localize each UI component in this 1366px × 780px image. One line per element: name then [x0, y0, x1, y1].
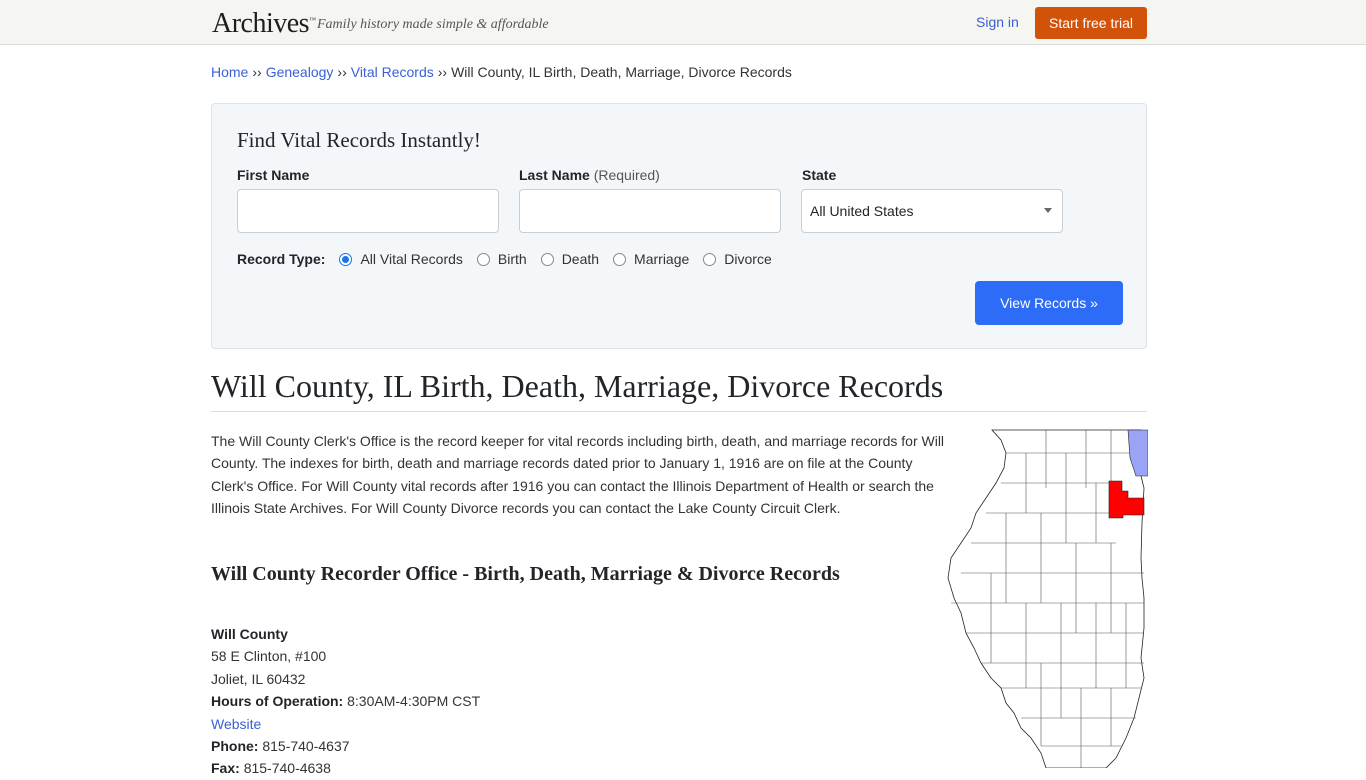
search-form: Find Vital Records Instantly! First Name…	[211, 103, 1147, 349]
fax-label: Fax:	[211, 760, 240, 777]
breadcrumb-current: Will County, IL Birth, Death, Marriage, …	[451, 64, 792, 80]
search-title: Find Vital Records Instantly!	[237, 128, 481, 152]
breadcrumb-separator: ››	[337, 64, 347, 80]
state-label: State	[802, 167, 837, 183]
intro-paragraph: The Will County Clerk's Office is the re…	[211, 433, 945, 517]
title-divider	[211, 411, 1147, 412]
breadcrumb-home[interactable]: Home	[211, 64, 248, 80]
office-phone: Phone: 815-740-4637	[211, 735, 480, 757]
hours-value: 8:30AM-4:30PM CST	[347, 693, 481, 710]
chevron-down-icon	[1044, 208, 1052, 213]
phone-value: 815-740-4637	[262, 738, 350, 755]
logo-text: Archives	[212, 8, 310, 39]
hours-label: Hours of Operation:	[211, 693, 344, 710]
office-details: Will County 58 E Clinton, #100 Joliet, I…	[211, 623, 480, 780]
site-header: Archives™ Family history made simple & a…	[0, 0, 1366, 45]
breadcrumb: Home ›› Genealogy ›› Vital Records ›› Will Cou…	[211, 64, 792, 80]
radio-label: Marriage	[634, 251, 690, 267]
office-fax: Fax: 815-740-4638	[211, 757, 480, 779]
office-address-line2: Joliet, IL 60432	[211, 670, 306, 687]
last-name-label-text: Last Name	[519, 167, 590, 183]
fax-value: 815-740-4638	[243, 760, 331, 777]
office-name: Will County	[211, 626, 288, 642]
archives-logo[interactable]: Archives™	[212, 8, 316, 40]
record-type-label: Record Type:	[237, 251, 326, 267]
radio-label: All Vital Records	[360, 251, 463, 267]
breadcrumb-separator: ››	[437, 64, 448, 80]
state-select[interactable]: All United States	[801, 189, 1063, 233]
required-note: (Required)	[593, 167, 660, 183]
radio-label: Divorce	[724, 251, 772, 267]
radio-button[interactable]	[339, 252, 353, 266]
website-link[interactable]: Website	[211, 716, 261, 732]
last-name-input[interactable]	[519, 189, 781, 233]
view-records-button[interactable]: View Records »	[975, 281, 1123, 325]
last-name-label: Last Name (Required)	[519, 167, 660, 183]
record-type-group: Record Type: All Vital Records Birth Dea…	[237, 251, 786, 267]
radio-button[interactable]	[540, 252, 554, 266]
page-title: Will County, IL Birth, Death, Marriage, …	[211, 368, 944, 404]
state-select-value: All United States	[810, 203, 914, 219]
office-hours: Hours of Operation: 8:30AM-4:30PM CST	[211, 690, 480, 712]
recorder-office-heading: Will County Recorder Office - Birth, Dea…	[211, 563, 840, 585]
first-name-input[interactable]	[237, 189, 499, 233]
trademark: ™	[309, 16, 316, 24]
breadcrumb-separator: ››	[252, 64, 262, 80]
radio-all-vital-records[interactable]: All Vital Records	[339, 251, 463, 267]
illinois-county-map	[947, 429, 1148, 768]
radio-marriage[interactable]: Marriage	[613, 251, 689, 267]
breadcrumb-vital-records[interactable]: Vital Records	[351, 64, 434, 80]
radio-button[interactable]	[476, 252, 490, 266]
office-address-line1: 58 E Clinton, #100	[211, 648, 327, 665]
radio-label: Death	[561, 251, 600, 267]
radio-death[interactable]: Death	[540, 251, 600, 267]
breadcrumb-genealogy[interactable]: Genealogy	[266, 64, 334, 80]
phone-label: Phone:	[211, 738, 259, 755]
first-name-label: First Name	[237, 167, 310, 183]
radio-divorce[interactable]: Divorce	[703, 251, 772, 267]
sign-in-link[interactable]: Sign in	[976, 14, 1019, 30]
radio-button[interactable]	[613, 252, 627, 266]
radio-button[interactable]	[703, 252, 717, 266]
radio-birth[interactable]: Birth	[476, 251, 527, 267]
tagline: Family history made simple & affordable	[317, 17, 549, 32]
start-free-trial-button[interactable]: Start free trial	[1035, 7, 1147, 39]
radio-label: Birth	[497, 251, 527, 267]
